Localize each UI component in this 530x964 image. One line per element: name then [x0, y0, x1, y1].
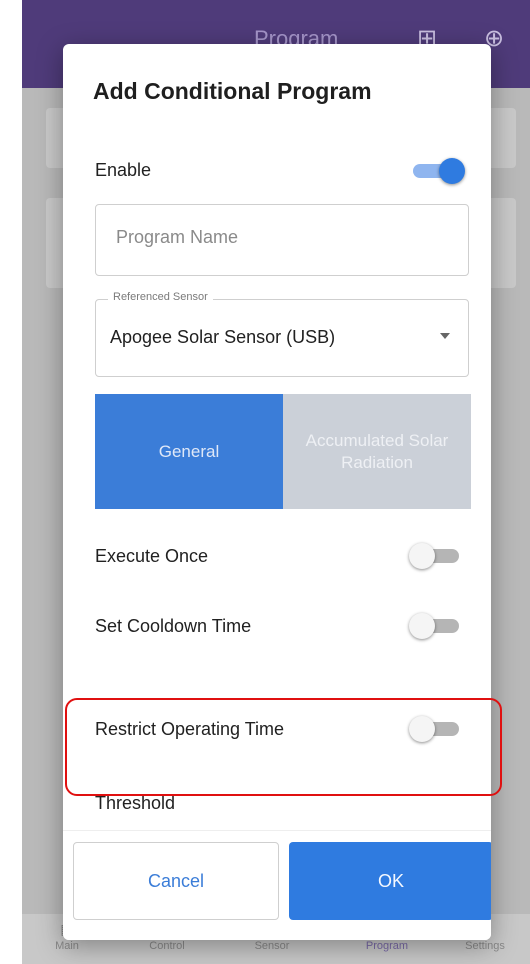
toggle-thumb — [409, 613, 435, 639]
dialog-title: Add Conditional Program — [93, 78, 372, 104]
nav-item-label: Settings — [465, 940, 505, 952]
execute-once-label: Execute Once — [95, 546, 209, 566]
execute-once-toggle[interactable] — [409, 541, 465, 571]
nav-item-label: Sensor — [254, 940, 290, 952]
tab-accumulated-solar-radiation[interactable]: Accumulated Solar Radiation — [283, 394, 471, 509]
restrict-operating-time-highlight — [65, 698, 502, 796]
threshold-label: Threshold — [95, 793, 176, 813]
set-cooldown-time-toggle[interactable] — [409, 611, 465, 641]
set-cooldown-time-label: Set Cooldown Time — [95, 616, 252, 636]
referenced-sensor-select[interactable]: Referenced Sensor Apogee Solar Sensor (U… — [95, 291, 469, 377]
nav-item-label: Control — [149, 940, 185, 952]
referenced-sensor-value: Apogee Solar Sensor (USB) — [110, 327, 336, 347]
dialog-actions: Cancel OK — [63, 830, 491, 940]
cancel-button[interactable]: Cancel — [73, 842, 279, 920]
program-name-field[interactable] — [95, 204, 469, 276]
program-name-input[interactable] — [116, 227, 446, 248]
tab-general[interactable]: General — [95, 394, 283, 509]
nav-item-label: Program — [365, 940, 409, 952]
chevron-down-icon — [440, 333, 450, 339]
nav-item-label: Main — [55, 940, 79, 952]
ok-button[interactable]: OK — [289, 842, 491, 920]
toggle-thumb — [409, 543, 435, 569]
toggle-thumb — [439, 158, 465, 184]
add-conditional-program-dialog: Add Conditional Program Enable Reference… — [63, 44, 491, 940]
enable-toggle[interactable] — [409, 156, 465, 186]
referenced-sensor-label: Referenced Sensor — [108, 291, 213, 303]
enable-label: Enable — [95, 160, 152, 180]
